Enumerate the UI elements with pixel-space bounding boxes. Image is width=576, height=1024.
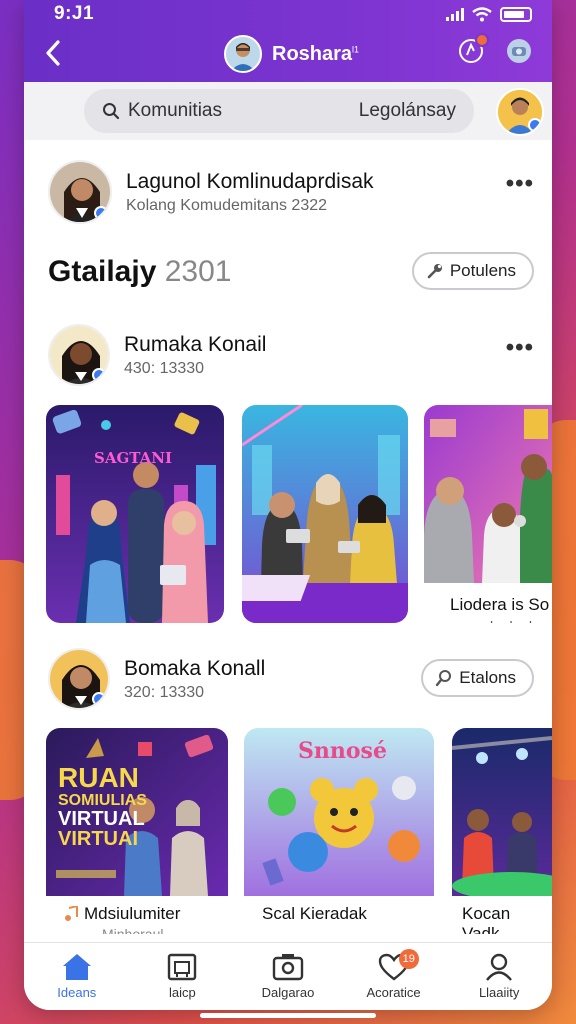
section-filter-button[interactable]: Potulens [411, 252, 534, 290]
search-placeholder: Komunitias [128, 100, 222, 121]
notifications-button[interactable] [456, 33, 489, 66]
page-title: Rosharal1 [272, 42, 360, 65]
tab-dalgarao[interactable]: Dalgarao [235, 943, 341, 1010]
status-time: 9:J1 [54, 3, 95, 24]
post-author-avatar[interactable] [48, 324, 110, 386]
verified-badge [92, 368, 106, 382]
more-options-button[interactable]: ••• [506, 334, 534, 362]
post-header: Bomaka Konall 320: 13330 [48, 648, 265, 710]
tab-laicp[interactable]: laicp [130, 943, 236, 1010]
post-author-avatar[interactable] [48, 648, 110, 710]
post-header: Lagunol Komlinudaprdisak Kolang Komudemi… [48, 160, 374, 224]
post-author-name[interactable]: Bomaka Konall [124, 657, 265, 681]
search-icon [436, 670, 452, 687]
phone-screen: 9:J1 Rosharal1 Komunitias Legolánsay Lag… [24, 0, 552, 1010]
media-card[interactable]: SAGTANI [46, 405, 224, 623]
back-button[interactable] [38, 38, 68, 68]
profile-icon [486, 953, 513, 981]
settings-button[interactable] [504, 36, 534, 66]
media-card[interactable]: Liodera is So korkad [424, 405, 552, 623]
card-sign-text: SAGTANI [94, 449, 172, 467]
home-indicator [200, 1013, 376, 1018]
gear-icon [507, 39, 531, 63]
card-caption: Mdsiulumiter [64, 904, 180, 924]
post-header: Rumaka Konail 430: 13330 [48, 324, 266, 386]
post-action-button[interactable]: Etalons [421, 659, 534, 697]
card-subcaption: korkad [490, 618, 532, 623]
tab-llaaiity[interactable]: Llaaiity [446, 943, 552, 1010]
post-author-name[interactable]: Rumaka Konail [124, 333, 266, 357]
notification-badge [475, 33, 489, 47]
chevron-left-icon [46, 40, 60, 66]
search-filter-tab[interactable]: Legolánsay [359, 100, 456, 122]
post-author-avatar[interactable] [48, 160, 112, 224]
media-card[interactable]: Kocan Vadk [452, 728, 552, 934]
search-icon [103, 103, 120, 120]
media-card[interactable]: Snnosé Scal Kieradak [244, 728, 434, 934]
user-avatar[interactable] [496, 88, 544, 136]
card-caption: Kocan Vadk [462, 904, 511, 934]
verified-badge [92, 692, 106, 706]
post-subtitle: Kolang Komudemitans 2322 [126, 196, 328, 214]
tab-acoratice[interactable]: 19 Acoratice [341, 943, 447, 1010]
search-bar[interactable]: Komunitias Legolánsay [84, 89, 474, 133]
signal-icon [446, 7, 464, 21]
music-note-icon [65, 906, 78, 921]
bottom-tab-bar: Ideans laicp Dalgarao 19 Acoratice Llaai… [24, 942, 552, 1010]
post-meta: 320: 13330 [124, 683, 205, 701]
wifi-icon [472, 6, 492, 21]
media-card[interactable] [242, 405, 408, 623]
wrench-icon [427, 264, 442, 279]
tab-ideans[interactable]: Ideans [24, 943, 130, 1010]
search-row: Komunitias Legolánsay [24, 82, 552, 140]
more-options-button[interactable]: ••• [506, 170, 534, 198]
community-avatar[interactable] [224, 35, 262, 73]
battery-icon [500, 6, 532, 22]
camera-icon [272, 954, 304, 981]
verified-badge [528, 118, 542, 132]
gallery-icon [168, 953, 197, 981]
home-icon [62, 954, 91, 980]
app-header: 9:J1 Rosharal1 [24, 0, 552, 82]
post-author-name[interactable]: Lagunol Komlinudaprdisak [126, 170, 374, 194]
status-bar: 9:J1 [24, 0, 552, 28]
card-poster-text: RUAN SOMIULIAS VIRTUAL VIRTUAI [58, 762, 147, 851]
section-title: Gtailajy 2301 [48, 255, 232, 288]
verified-badge [94, 206, 108, 220]
post-meta: 430: 13330 [124, 359, 205, 377]
card-subcaption: Minhoraul [102, 926, 164, 934]
notification-count-badge: 19 [398, 949, 419, 969]
card-poster-title: Snnosé [298, 738, 387, 764]
card-caption: Scal Kieradak [262, 904, 367, 923]
feed: Lagunol Komlinudaprdisak Kolang Komudemi… [24, 140, 552, 946]
card-caption: Liodera is So [450, 595, 550, 614]
media-card[interactable]: RUAN SOMIULIAS VIRTUAL VIRTUAI Mdsiulumi… [46, 728, 228, 934]
